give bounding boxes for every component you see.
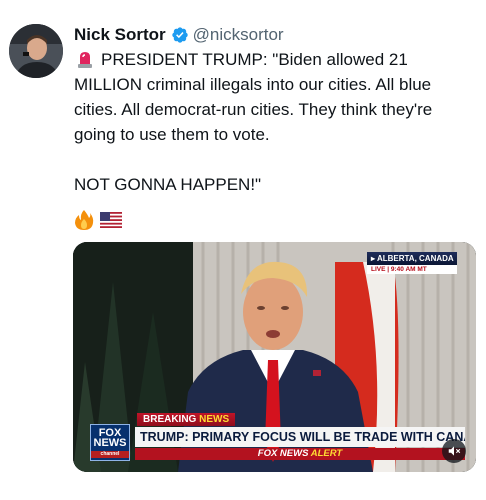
alert-part-1: FOX NEWS (257, 448, 309, 459)
mute-button[interactable] (442, 439, 466, 463)
tweet-paragraph-1: PRESIDENT TRUMP: "Biden allowed 21 MILLI… (74, 47, 474, 147)
avatar-image (9, 24, 63, 78)
news-lower-third: FOX NEWS channel BREAKING NEWS TRUMP: PR… (83, 411, 473, 463)
breaking-news-label: NEWS (199, 414, 230, 425)
breaking-label: BREAKING (143, 414, 197, 425)
location-label: ▸ ALBERTA, CANADA (367, 252, 457, 265)
time-label: 9:40 AM MT (390, 266, 427, 273)
avatar[interactable] (9, 24, 63, 78)
siren-icon (78, 52, 92, 68)
live-time-label: LIVE | 9:40 AM MT (367, 265, 457, 274)
emoji-row (74, 208, 122, 232)
volume-muted-icon (448, 446, 461, 456)
verified-badge-icon (171, 27, 188, 43)
alert-bar: FOX NEWS ALERT (135, 448, 465, 460)
logo-line-2: NEWS (93, 437, 127, 449)
tweet-header: Nick Sortor @nicksortor (74, 24, 284, 46)
fire-icon (75, 210, 94, 230)
breaking-news-tag: BREAKING NEWS (137, 413, 236, 426)
author-name[interactable]: Nick Sortor (74, 25, 166, 45)
location-text: ALBERTA, CANADA (376, 254, 454, 263)
location-bug: ▸ ALBERTA, CANADA LIVE | 9:40 AM MT (367, 252, 457, 274)
tweet-paragraph-2: NOT GONNA HAPPEN!" (74, 175, 262, 194)
tweet-text: PRESIDENT TRUMP: "Biden allowed 21 MILLI… (74, 47, 474, 197)
alert-part-2: ALERT (310, 448, 343, 459)
tweet-line-main: PRESIDENT TRUMP: "Biden allowed 21 MILLI… (74, 50, 433, 144)
news-headline: TRUMP: PRIMARY FOCUS WILL BE TRADE WITH … (135, 427, 465, 447)
live-label: LIVE (371, 266, 386, 273)
fox-news-logo: FOX NEWS channel (90, 424, 130, 461)
logo-line-3: channel (91, 451, 129, 458)
video-player[interactable]: ▸ ALBERTA, CANADA LIVE | 9:40 AM MT FOX … (73, 242, 476, 472)
us-flag-icon (100, 212, 122, 228)
author-handle[interactable]: @nicksortor (193, 25, 284, 45)
